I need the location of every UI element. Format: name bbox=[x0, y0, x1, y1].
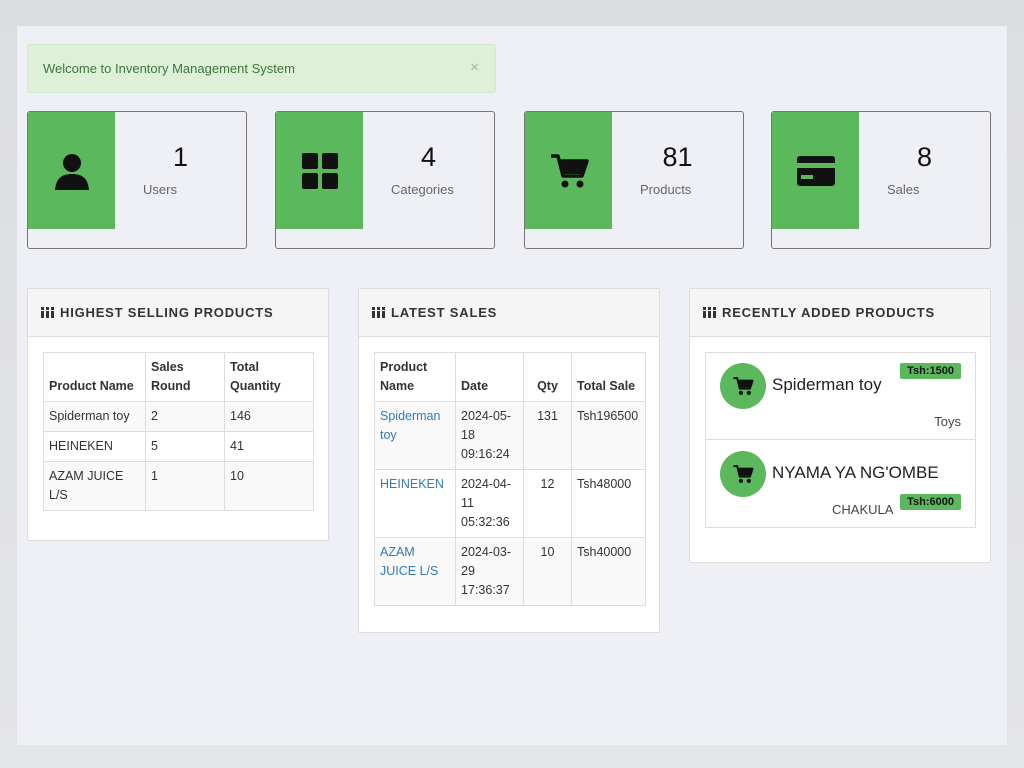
stat-value: 1 bbox=[172, 142, 189, 172]
column-header: Date bbox=[455, 352, 524, 402]
highest-selling-table: Product Name Sales Round Total Quantity … bbox=[43, 352, 314, 511]
stat-categories[interactable]: 4 Categories bbox=[275, 111, 495, 249]
close-icon[interactable]: × bbox=[470, 59, 479, 76]
cell-total: Tsh196500 bbox=[571, 401, 646, 470]
cell-rounds: 5 bbox=[145, 431, 225, 462]
grid-icon bbox=[276, 112, 363, 229]
stat-sales[interactable]: 8 Sales bbox=[771, 111, 991, 249]
product-category: CHAKULA bbox=[832, 502, 894, 517]
price-badge: Tsh:6000 bbox=[900, 494, 961, 510]
stat-users[interactable]: 1 Users bbox=[27, 111, 247, 249]
product-name: Spiderman toy bbox=[772, 375, 882, 394]
dashboard-page: Welcome to Inventory Management System ×… bbox=[17, 26, 1007, 745]
cell-product: AZAM JUICE L/S bbox=[43, 461, 146, 511]
cell-rounds: 2 bbox=[145, 401, 225, 432]
stat-label: Products bbox=[640, 182, 692, 197]
column-header: Product Name bbox=[43, 352, 146, 402]
column-header: Total Sale bbox=[571, 352, 646, 402]
table-row: Spiderman toy 2024-05-18 09:16:24 131 Ts… bbox=[374, 401, 646, 470]
product-link[interactable]: AZAM JUICE L/S bbox=[374, 537, 456, 606]
cell-qty: 10 bbox=[523, 537, 572, 606]
table-row: HEINEKEN 5 41 bbox=[43, 431, 314, 462]
stat-products[interactable]: 81 Products bbox=[524, 111, 744, 249]
stat-label: Sales bbox=[887, 182, 920, 197]
table-icon bbox=[703, 307, 716, 318]
recent-products-panel: RECENTLY ADDED PRODUCTS Spiderman toy Ts… bbox=[689, 288, 991, 563]
product-name: NYAMA YA NG'OMBE bbox=[772, 463, 939, 482]
cell-date: 2024-05-18 09:16:24 bbox=[455, 401, 524, 470]
panel-title: RECENTLY ADDED PRODUCTS bbox=[722, 305, 935, 320]
cell-date: 2024-04-11 05:32:36 bbox=[455, 469, 524, 538]
panel-title: HIGHEST SELLING PRODUCTS bbox=[60, 305, 274, 320]
cell-qty: 131 bbox=[523, 401, 572, 470]
welcome-alert: Welcome to Inventory Management System × bbox=[27, 44, 496, 93]
column-header: Sales Round bbox=[145, 352, 225, 402]
table-row: Spiderman toy 2 146 bbox=[43, 401, 314, 432]
product-category: Toys bbox=[934, 414, 961, 429]
cell-product: Spiderman toy bbox=[43, 401, 146, 432]
cell-rounds: 1 bbox=[145, 461, 225, 511]
cell-date: 2024-03-29 17:36:37 bbox=[455, 537, 524, 606]
highest-selling-panel: HIGHEST SELLING PRODUCTS Product Name Sa… bbox=[27, 288, 329, 541]
user-icon bbox=[28, 112, 115, 229]
cell-product: HEINEKEN bbox=[43, 431, 146, 462]
latest-sales-table: Product Name Date Qty Total Sale Spiderm… bbox=[374, 352, 646, 606]
table-row: AZAM JUICE L/S 1 10 bbox=[43, 461, 314, 511]
panel-heading: HIGHEST SELLING PRODUCTS bbox=[28, 289, 328, 337]
stat-label: Users bbox=[143, 182, 177, 197]
column-header: Product Name bbox=[374, 352, 456, 402]
column-header: Total Quantity bbox=[224, 352, 314, 402]
cart-icon bbox=[720, 363, 766, 409]
cell-quantity: 146 bbox=[224, 401, 314, 432]
cell-total: Tsh40000 bbox=[571, 537, 646, 606]
stat-value: 81 bbox=[662, 142, 693, 172]
credit-card-icon bbox=[772, 112, 859, 229]
table-icon bbox=[372, 307, 385, 318]
cell-total: Tsh48000 bbox=[571, 469, 646, 538]
stat-value: 4 bbox=[420, 142, 437, 172]
panel-title: LATEST SALES bbox=[391, 305, 498, 320]
product-link[interactable]: Spiderman toy bbox=[374, 401, 456, 470]
latest-sales-panel: LATEST SALES Product Name Date Qty Total… bbox=[358, 288, 660, 633]
list-item[interactable]: NYAMA YA NG'OMBE CHAKULA Tsh:6000 bbox=[705, 439, 976, 528]
stat-value: 8 bbox=[916, 142, 933, 172]
cell-quantity: 41 bbox=[224, 431, 314, 462]
panel-heading: RECENTLY ADDED PRODUCTS bbox=[690, 289, 990, 337]
price-badge: Tsh:1500 bbox=[900, 363, 961, 379]
column-header: Qty bbox=[523, 352, 572, 402]
list-item[interactable]: Spiderman toy Tsh:1500 Toys bbox=[705, 352, 976, 440]
panel-heading: LATEST SALES bbox=[359, 289, 659, 337]
cell-qty: 12 bbox=[523, 469, 572, 538]
stat-label: Categories bbox=[391, 182, 454, 197]
cart-icon bbox=[525, 112, 612, 229]
table-row: AZAM JUICE L/S 2024-03-29 17:36:37 10 Ts… bbox=[374, 537, 646, 606]
table-icon bbox=[41, 307, 54, 318]
alert-message: Welcome to Inventory Management System bbox=[43, 61, 295, 76]
product-link[interactable]: HEINEKEN bbox=[374, 469, 456, 538]
cart-icon bbox=[720, 451, 766, 497]
table-row: HEINEKEN 2024-04-11 05:32:36 12 Tsh48000 bbox=[374, 469, 646, 538]
cell-quantity: 10 bbox=[224, 461, 314, 511]
